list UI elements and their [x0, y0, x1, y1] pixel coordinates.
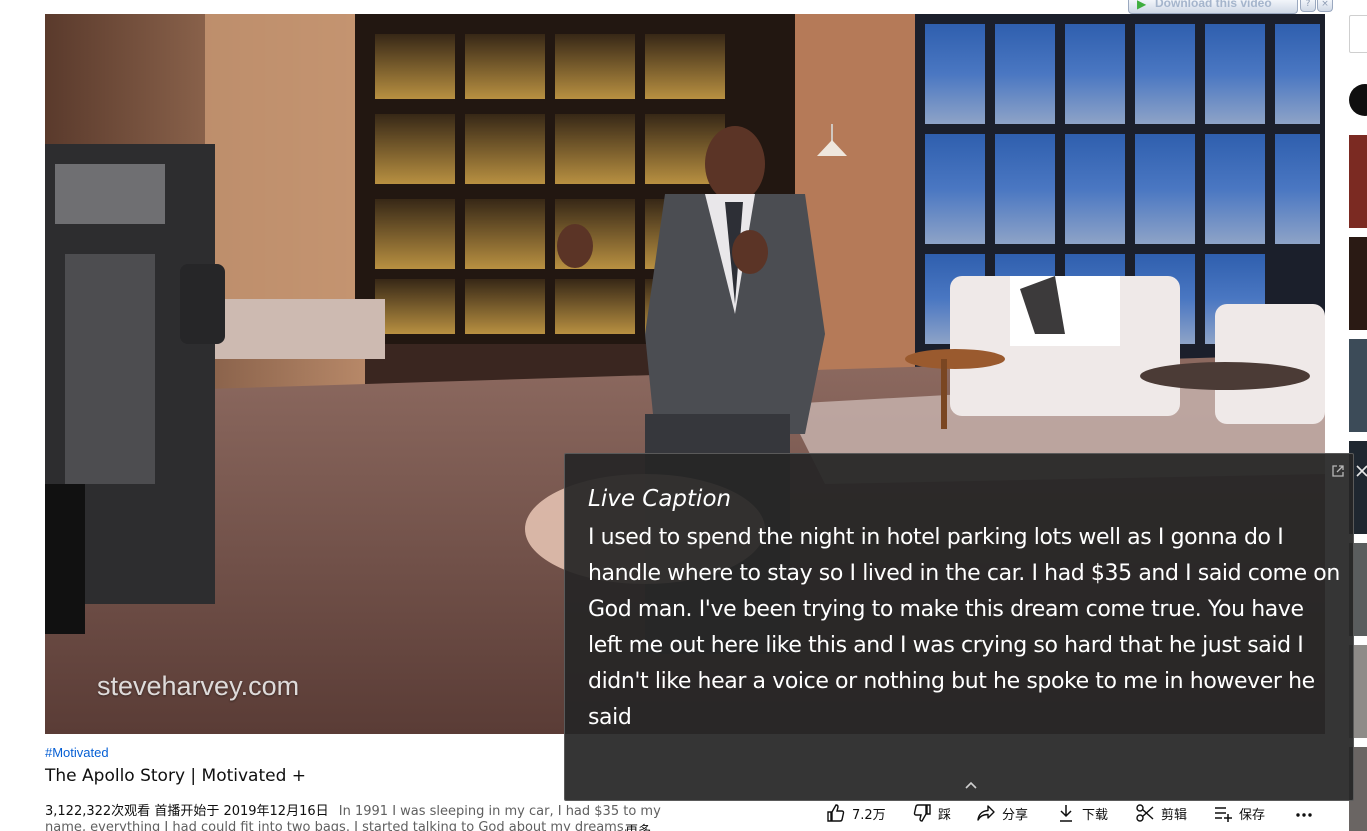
download-icon [1060, 805, 1072, 822]
save-label: 保存 [1239, 807, 1266, 823]
share-label: 分享 [1002, 807, 1029, 823]
premiere-date: 首播开始于 2019年12月16日 [154, 804, 329, 819]
live-caption-text: I used to spend the night in hotel parki… [588, 525, 1340, 730]
video-watermark: steveharvey.com [97, 671, 300, 701]
dislike-label: 踩 [938, 807, 952, 823]
chevron-up-icon[interactable] [963, 776, 979, 789]
live-caption-title: Live Caption [588, 486, 732, 512]
clip-button[interactable]: 剪辑 [1135, 803, 1187, 823]
more-horizontal-icon [1296, 813, 1312, 817]
close-icon[interactable] [1355, 463, 1367, 477]
search-box[interactable] [1349, 15, 1367, 53]
related-video-thumbnail[interactable] [1349, 135, 1367, 228]
view-count: 3,122,322次观看 [45, 804, 151, 819]
playlist-add-icon [1215, 807, 1232, 822]
download-video-button[interactable]: ▶ Download this video [1128, 0, 1298, 14]
question-icon[interactable]: ? [1300, 0, 1316, 12]
popout-icon[interactable] [1331, 463, 1345, 477]
dislike-button[interactable]: 踩 [912, 803, 951, 823]
play-icon: ▶ [1137, 0, 1147, 11]
video-title: The Apollo Story | Motivated + [45, 766, 307, 786]
related-video-thumbnail[interactable] [1349, 339, 1367, 432]
thumbs-up-icon [827, 804, 845, 822]
video-meta[interactable]: 3,122,322次观看 首播开始于 2019年12月16日 In 1991 I… [45, 800, 661, 819]
download-video-label: Download this video [1155, 0, 1272, 10]
thumbs-down-icon [913, 804, 931, 822]
avatar[interactable] [1349, 84, 1367, 116]
close-icon[interactable]: × [1317, 0, 1333, 12]
download-button[interactable]: 下载 [1056, 803, 1108, 823]
share-button[interactable]: 分享 [976, 803, 1028, 823]
more-actions-button[interactable] [1294, 803, 1314, 823]
like-count: 7.2万 [852, 807, 886, 823]
hashtag-link[interactable]: #Motivated [45, 745, 109, 760]
related-video-thumbnail[interactable] [1349, 237, 1367, 330]
download-label: 下载 [1082, 807, 1109, 823]
share-icon [977, 805, 995, 821]
show-more-button[interactable]: 更多 [625, 820, 651, 831]
description-snippet-line2: name, everything I had could fit into tw… [45, 820, 628, 831]
like-button[interactable]: 7.2万 [826, 803, 886, 823]
clip-label: 剪辑 [1161, 807, 1188, 823]
description-snippet: In 1991 I was sleeping in my car, I had … [338, 804, 661, 819]
live-caption-panel[interactable]: Live Caption I used to spend the night i… [564, 453, 1367, 801]
save-button[interactable]: 保存 [1213, 803, 1265, 823]
scissors-icon [1136, 804, 1154, 822]
